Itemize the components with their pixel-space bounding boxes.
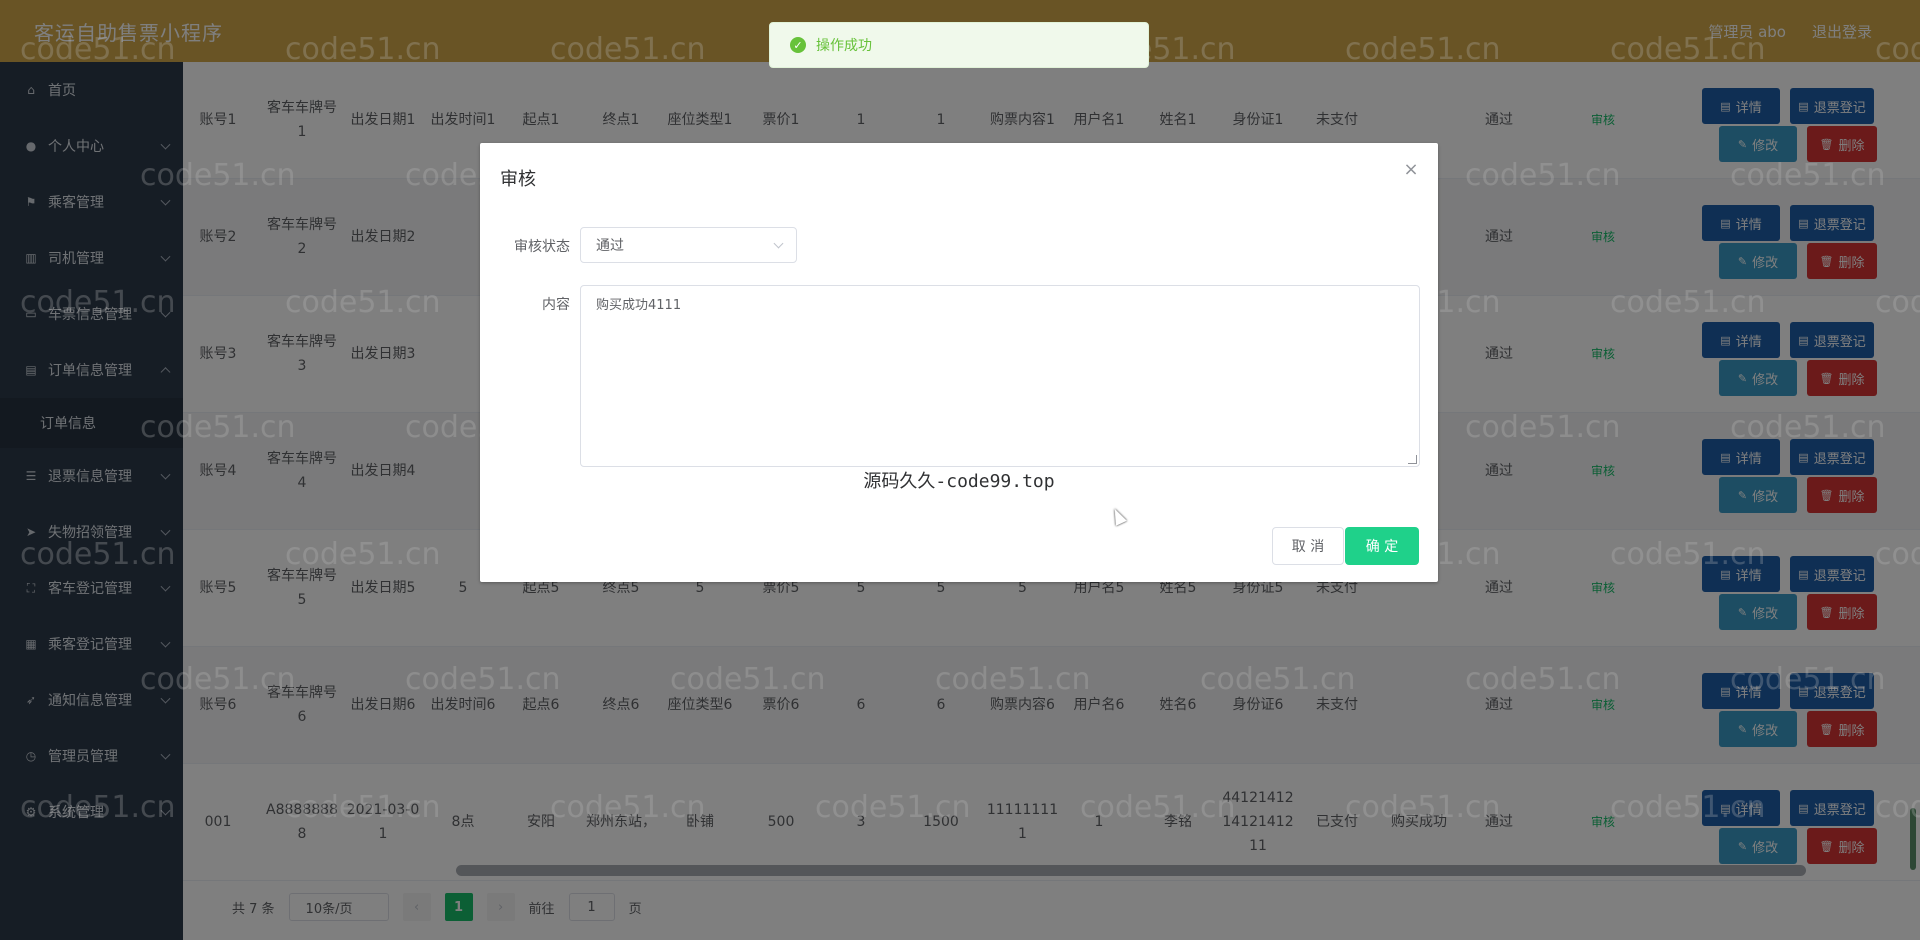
cancel-button[interactable]: 取 消 [1272, 527, 1344, 565]
content-text: 购买成功4111 [596, 298, 682, 313]
content-field-label: 内容 [542, 297, 570, 313]
content-textarea[interactable]: 购买成功4111 [580, 285, 1420, 467]
audit-status-value: 通过 [596, 238, 624, 254]
source-caption: 源码久久-code99.top [863, 471, 1055, 492]
confirm-button[interactable]: 确 定 [1345, 527, 1419, 565]
toast-message: 操作成功 [816, 38, 872, 54]
success-toast: ✓ 操作成功 [769, 22, 1149, 68]
close-icon[interactable]: × [1402, 161, 1420, 179]
dialog-title: 审核 [500, 169, 536, 190]
audit-status-select[interactable]: 通过 [580, 227, 797, 263]
resize-handle[interactable] [1408, 455, 1417, 464]
chevron-down-icon [773, 238, 784, 249]
audit-dialog: 审核 × 审核状态 通过 内容 购买成功4111 源码久久-code99.top… [480, 143, 1438, 582]
check-circle-icon: ✓ [790, 37, 806, 53]
status-field-label: 审核状态 [514, 239, 570, 255]
